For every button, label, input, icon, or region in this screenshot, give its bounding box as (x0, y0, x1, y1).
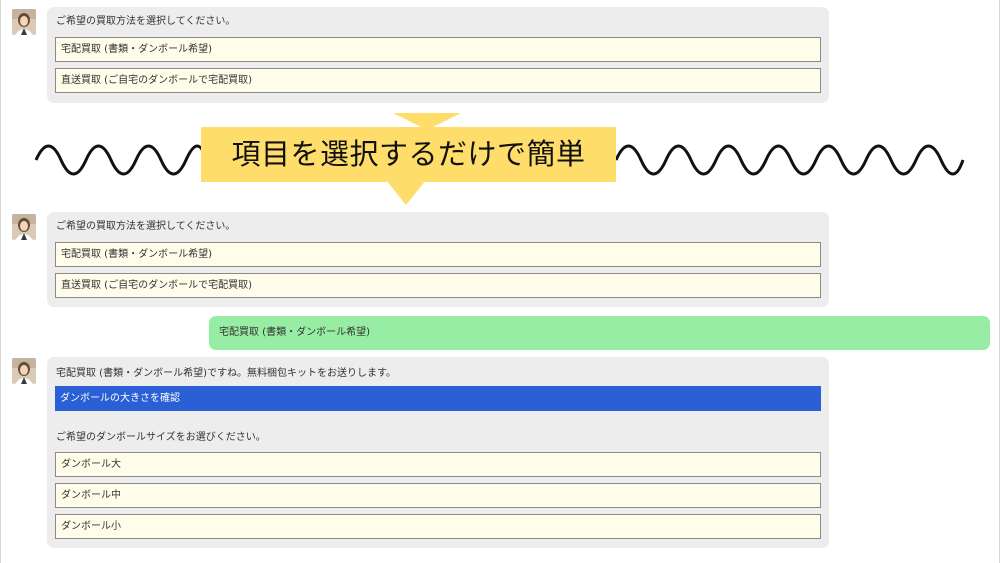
feature-banner: 項目を選択するだけで簡単 (31, 110, 971, 205)
avatar (12, 358, 36, 384)
avatar (12, 9, 36, 35)
avatar (12, 214, 36, 240)
message-text: 宅配買取 (書類・ダンボール希望)ですね。無料梱包キットをお送りします。 (56, 368, 396, 379)
bot-message-box-size: 宅配買取 (書類・ダンボール希望)ですね。無料梱包キットをお送りします。 ダンボ… (47, 357, 829, 548)
user-message: 宅配買取 (書類・ダンボール希望) (209, 316, 990, 350)
message-text: ご希望の買取方法を選択してください。 (56, 221, 236, 232)
option-box-medium[interactable]: ダンボール中 (55, 483, 821, 508)
option-box-large[interactable]: ダンボール大 (55, 452, 821, 477)
bot-message-method-select: ご希望の買取方法を選択してください。 宅配買取 (書類・ダンボール希望) 直送買… (47, 212, 829, 307)
option-takuhai-kaitori[interactable]: 宅配買取 (書類・ダンボール希望) (55, 37, 821, 62)
option-takuhai-kaitori[interactable]: 宅配買取 (書類・ダンボール希望) (55, 242, 821, 267)
option-box-small[interactable]: ダンボール小 (55, 514, 821, 539)
option-chokusou-kaitori[interactable]: 直送買取 (ご自宅のダンボールで宅配買取) (55, 68, 821, 93)
message-text: ご希望の買取方法を選択してください。 (56, 16, 236, 27)
option-chokusou-kaitori[interactable]: 直送買取 (ご自宅のダンボールで宅配買取) (55, 273, 821, 298)
message-text: ご希望のダンボールサイズをお選びください。 (56, 432, 266, 443)
check-box-size-button[interactable]: ダンボールの大きさを確認 (55, 386, 821, 411)
banner-title: 項目を選択するだけで簡単 (201, 127, 616, 182)
bot-message-method-select: ご希望の買取方法を選択してください。 宅配買取 (書類・ダンボール希望) 直送買… (47, 7, 829, 103)
